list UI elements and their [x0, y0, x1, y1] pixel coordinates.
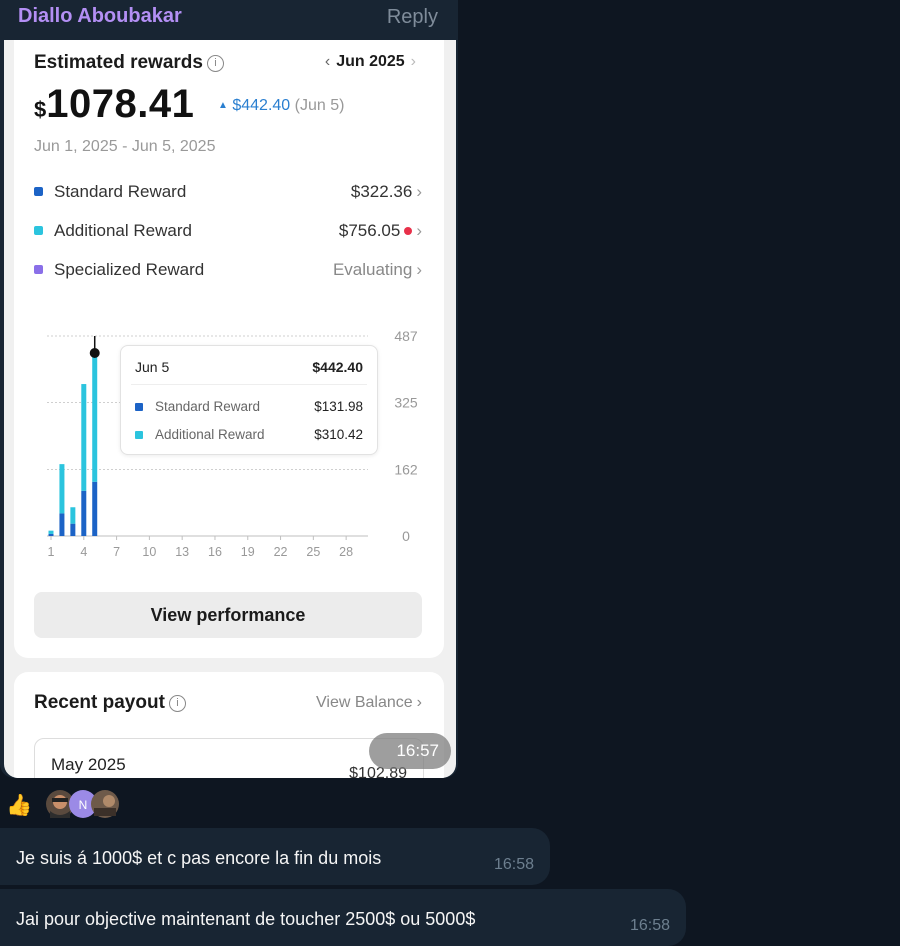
reward-label: Standard Reward [54, 182, 187, 201]
message-text: Je suis á 1000$ et c pas encore la fin d… [16, 848, 382, 868]
reward-value-text: Evaluating [332, 260, 413, 279]
selection-dot [89, 348, 100, 358]
tooltip-divider [131, 384, 367, 385]
message-bubble[interactable]: Je suis á 1000$ et c pas encore la fin d… [0, 828, 550, 885]
message-bubble[interactable]: Jai pour objective maintenant de toucher… [0, 889, 686, 946]
bar-standard [48, 533, 54, 536]
daily-delta: ▲ $442.40 (Jun 5) [218, 97, 344, 115]
x-tick-label: 7 [113, 545, 120, 559]
bar-additional [48, 530, 54, 534]
legend-square-icon [135, 403, 143, 411]
payout-title: Recent payout i [34, 692, 186, 714]
currency-symbol: $ [34, 97, 47, 122]
tooltip-label: Standard Reward [155, 399, 261, 414]
bar-standard [81, 490, 87, 536]
payout-title-text: Recent payout [34, 692, 165, 713]
payout-card[interactable]: May 2025 $102.89 [34, 738, 424, 778]
x-tick-label: 25 [306, 545, 320, 559]
triangle-up-icon: ▲ [218, 100, 228, 111]
y-tick-label: 487 [394, 328, 418, 344]
tooltip-row-standard: Standard Reward $131.98 [135, 398, 363, 418]
reward-row-specialized: Specialized Reward Evaluating › [34, 258, 422, 282]
legend-square-icon [34, 226, 43, 235]
x-tick-label: 4 [80, 545, 87, 559]
chevron-right-icon: › [416, 221, 422, 240]
reward-value: Evaluating › [333, 260, 422, 280]
reward-value-text: $322.36 [350, 182, 413, 201]
screenshot-image[interactable]: Estimated rewards i ‹ Jun 2025 › $1078.41 ▲… [4, 40, 456, 778]
chevron-right-icon: › [416, 694, 422, 711]
view-balance-text: View Balance [316, 694, 413, 711]
x-tick-label: 13 [175, 545, 189, 559]
reactions-group: 👍 N [6, 790, 119, 818]
y-tick-label: 0 [402, 528, 410, 544]
info-icon: i [168, 695, 186, 712]
tooltip-value: $310.42 [314, 427, 363, 442]
tooltip-row-additional: Additional Reward $310.42 [135, 426, 363, 446]
chevron-right-icon: › [416, 260, 422, 279]
tooltip-value: $131.98 [314, 399, 363, 414]
bar-standard [70, 523, 76, 536]
reply-button[interactable]: Reply [387, 6, 438, 29]
chevron-right-icon: › [416, 182, 422, 201]
bar-additional [59, 464, 65, 514]
x-tick-label: 28 [339, 545, 353, 559]
info-icon: i [206, 55, 224, 72]
message-time: 16:58 [493, 856, 534, 873]
x-tick-label: 19 [241, 545, 255, 559]
total-amount: $1078.41 [34, 82, 194, 127]
month-selector: ‹ Jun 2025 › [319, 53, 422, 71]
sender-name[interactable]: Diallo Aboubakar [18, 5, 182, 28]
notification-dot-icon [404, 227, 413, 235]
estimated-rewards-panel: Estimated rewards i ‹ Jun 2025 › $1078.41 ▲… [14, 40, 444, 658]
bar-additional [92, 354, 98, 482]
bar-additional [70, 507, 76, 524]
reward-row-standard: Standard Reward $322.36 › [34, 180, 422, 204]
avatar-initial: N [79, 798, 88, 812]
month-label: Jun 2025 [336, 53, 405, 70]
tooltip-label: Additional Reward [155, 427, 265, 442]
reward-row-additional: Additional Reward $756.05 › [34, 219, 422, 243]
bar-standard [59, 513, 65, 536]
tooltip-date: Jun 5 [135, 359, 170, 375]
y-tick-label: 325 [394, 395, 418, 411]
date-range: Jun 1, 2025 - Jun 5, 2025 [34, 138, 216, 155]
delta-date: (Jun 5) [294, 97, 345, 114]
x-tick-label: 22 [274, 545, 288, 559]
message-time: 16:58 [629, 917, 670, 934]
legend-square-icon [135, 431, 143, 439]
tooltip-total: $442.40 [312, 359, 363, 375]
x-tick-label: 16 [208, 545, 222, 559]
reward-value: $322.36 › [351, 182, 422, 202]
thumbs-up-icon: 👍 [6, 792, 32, 817]
payout-month: May 2025 [51, 755, 126, 774]
reward-value-text: $756.05 [338, 221, 401, 240]
chevron-right-icon: › [410, 53, 416, 70]
delta-value: $442.40 [232, 97, 291, 114]
reward-label: Specialized Reward [54, 260, 205, 279]
rewards-title-text: Estimated rewards [34, 52, 203, 73]
chevron-left-icon: ‹ [324, 53, 331, 70]
legend-square-icon [34, 187, 43, 196]
x-tick-label: 10 [142, 545, 156, 559]
rewards-title: Estimated rewards i [34, 52, 224, 74]
bar-standard [92, 481, 98, 536]
view-performance-button[interactable]: View performance [34, 592, 422, 638]
legend-square-icon [34, 265, 43, 274]
amount-value: 1078.41 [46, 82, 195, 126]
message-header: Diallo Aboubakar Reply [0, 0, 458, 36]
reactor-avatar-3 [91, 790, 119, 818]
message-timestamp: 16:57 [369, 733, 451, 769]
chart-tooltip: Jun 5 $442.40 Standard Reward $131.98 Ad… [120, 345, 378, 455]
reactions-bar[interactable]: 👍 N [6, 789, 126, 819]
view-balance-link[interactable]: View Balance › [316, 694, 422, 712]
reward-value: $756.05 › [339, 221, 422, 241]
forwarded-screenshot-message[interactable]: Diallo Aboubakar Reply Estimated rewards… [0, 0, 458, 778]
x-tick-label: 1 [48, 545, 55, 559]
y-tick-label: 162 [394, 461, 418, 477]
reward-label: Additional Reward [54, 221, 192, 240]
bar-additional [81, 384, 87, 491]
message-text: Jai pour objective maintenant de toucher… [16, 909, 476, 929]
